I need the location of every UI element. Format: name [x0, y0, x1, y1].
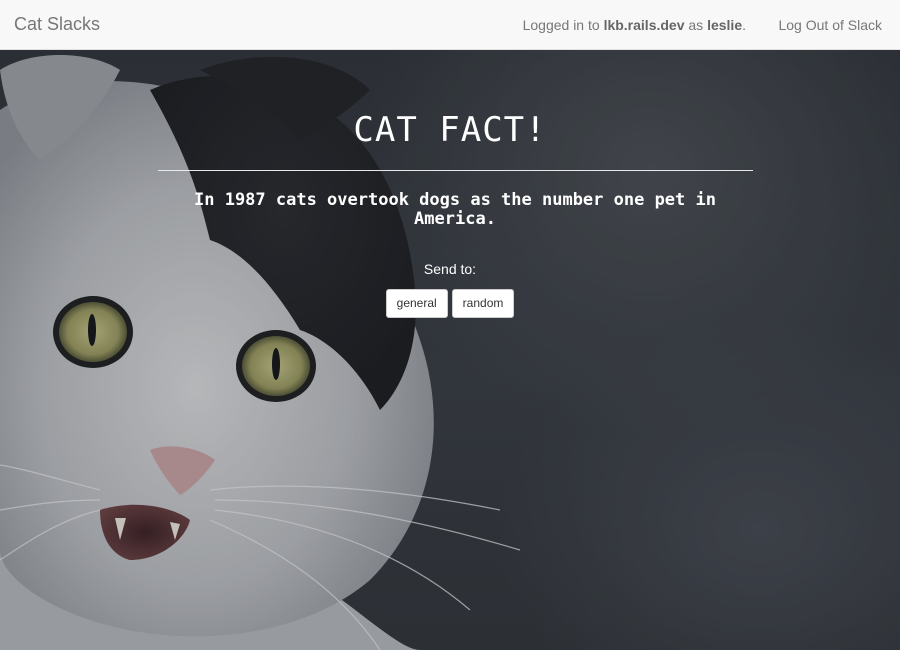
logged-in-status: Logged in to lkb.rails.dev as leslie. [523, 17, 746, 33]
status-period: . [742, 17, 746, 33]
send-to-label: Send to: [423, 261, 477, 277]
logged-in-prefix: Logged in to [522, 17, 604, 33]
brand-link[interactable]: Cat Slacks [14, 14, 100, 35]
team-domain: lkb.rails.dev [603, 17, 685, 33]
channel-buttons: general random [0, 289, 900, 318]
channel-button-random[interactable]: random [451, 289, 515, 318]
logout-link[interactable]: Log Out of Slack [778, 17, 882, 33]
title-divider [158, 170, 753, 171]
channel-button-general[interactable]: general [385, 289, 448, 318]
username: leslie [707, 17, 743, 33]
cat-fact-text: In 1987 cats overtook dogs as the number… [194, 190, 716, 229]
as-text: as [684, 17, 708, 33]
main-content: CAT FACT! In 1987 cats overtook dogs as … [0, 50, 900, 650]
navbar: Cat Slacks Logged in to lkb.rails.dev as… [0, 0, 900, 50]
page-title: CAT FACT! [353, 110, 547, 150]
